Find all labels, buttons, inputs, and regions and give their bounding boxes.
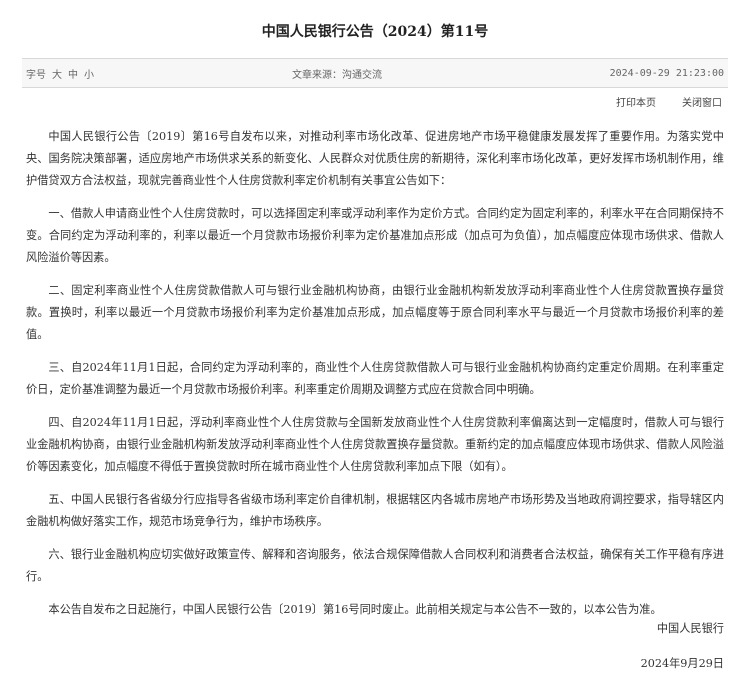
page-title: 中国人民银行公告（2024）第11号 [261, 24, 489, 40]
publish-datetime: 2024-09-29 21:23:00 [609, 67, 724, 79]
signature-org: 中国人民银行 [656, 622, 724, 635]
paragraph-intro: 中国人民银行公告〔2019〕第16号自发布以来，对推动利率市场化改革、促进房地产… [26, 130, 724, 187]
page-actions: 打印本页 关闭窗口 [616, 94, 722, 109]
font-size-large-link[interactable]: 大 [52, 66, 62, 81]
article-source: 文章来源：沟通交流 [292, 69, 382, 81]
paragraph-1: 一、借款人申请商业性个人住房贷款时，可以选择固定利率或浮动利率作为定价方式。合同… [26, 207, 724, 264]
print-page-link[interactable]: 打印本页 [616, 94, 656, 109]
paragraph-effective: 本公告自发布之日起施行，中国人民银行公告〔2019〕第16号同时废止。此前相关规… [48, 603, 662, 616]
font-size-label: 字号 [26, 69, 46, 81]
paragraph-6: 六、银行业金融机构应切实做好政策宣传、解释和咨询服务，依法合规保障借款人合同权利… [26, 548, 724, 583]
announcement-page: 中国人民银行公告（2024）第11号 字号 大 中 小 文章来源：沟通交流 20… [0, 0, 750, 683]
announcement-body: 中国人民银行公告〔2019〕第16号自发布以来，对推动利率市场化改革、促进房地产… [26, 126, 724, 632]
paragraph-5: 五、中国人民银行各省级分行应指导各省级市场利率定价自律机制，根据辖区内各城市房地… [26, 493, 724, 528]
paragraph-2: 二、固定利率商业性个人住房贷款借款人可与银行业金融机构协商，由银行业金融机构新发… [26, 284, 724, 341]
signature-date: 2024年9月29日 [640, 657, 724, 670]
meta-bar: 字号 大 中 小 文章来源：沟通交流 2024-09-29 21:23:00 [22, 58, 728, 88]
close-window-link[interactable]: 关闭窗口 [682, 94, 722, 109]
paragraph-4: 四、自2024年11月1日起，浮动利率商业性个人住房贷款与全国新发放商业性个人住… [26, 416, 724, 473]
font-size-switcher: 字号 大 中 小 [22, 66, 94, 81]
font-size-medium-link[interactable]: 中 [68, 66, 78, 81]
paragraph-3: 三、自2024年11月1日起，合同约定为浮动利率的，商业性个人住房贷款借款人可与… [26, 361, 724, 396]
font-size-small-link[interactable]: 小 [84, 66, 94, 81]
